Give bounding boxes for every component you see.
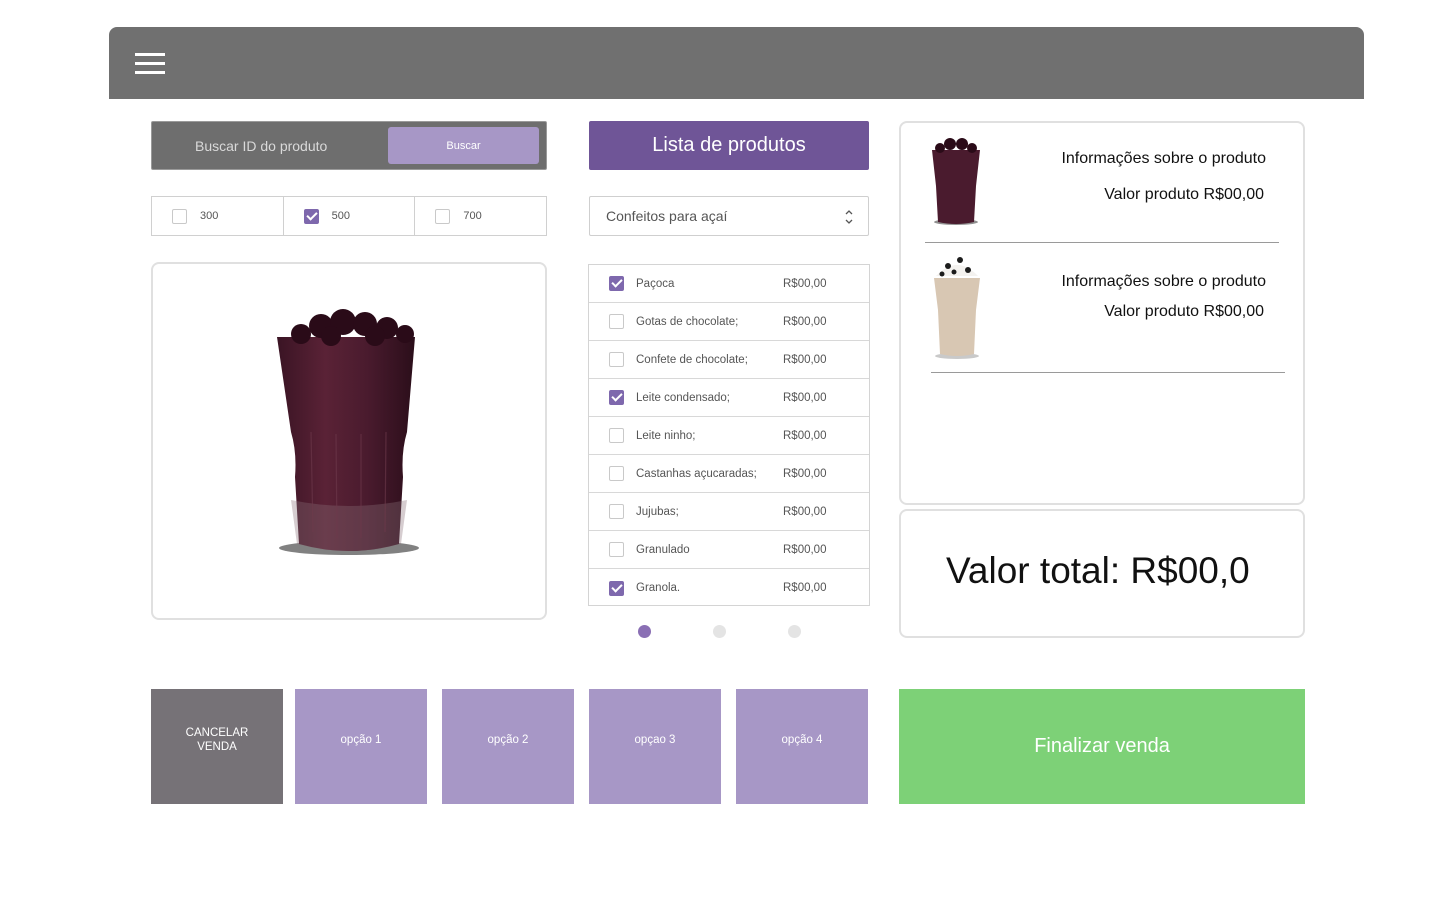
list-item[interactable]: Leite ninho; R$00,00 bbox=[589, 417, 869, 455]
topping-name: Leite condensado; bbox=[636, 391, 730, 404]
size-option-300[interactable]: 300 bbox=[152, 197, 284, 235]
list-item[interactable]: Paçoca R$00,00 bbox=[589, 265, 869, 303]
topping-name: Leite ninho; bbox=[636, 429, 696, 442]
option-1-button[interactable]: opção 1 bbox=[295, 689, 427, 804]
cancel-sale-button[interactable]: CANCELAR VENDA bbox=[151, 689, 283, 804]
topping-name: Confete de chocolate; bbox=[636, 353, 748, 366]
chevron-up-down-icon bbox=[845, 210, 853, 224]
size-selector: 300 500 700 bbox=[151, 196, 547, 236]
divider bbox=[925, 242, 1279, 243]
topping-price: R$00,00 bbox=[783, 391, 827, 404]
list-item[interactable]: Granulado R$00,00 bbox=[589, 531, 869, 569]
hamburger-menu-icon[interactable] bbox=[135, 53, 165, 75]
topping-price: R$00,00 bbox=[783, 353, 827, 366]
topping-price: R$00,00 bbox=[783, 505, 827, 518]
size-label: 300 bbox=[200, 210, 219, 222]
product-list-title: Lista de produtos bbox=[589, 121, 869, 170]
pagination-dot-2[interactable] bbox=[713, 625, 726, 638]
topping-name: Paçoca bbox=[636, 277, 675, 290]
cart-item-value: Valor produto R$00,00 bbox=[1104, 186, 1264, 203]
topping-name: Jujubas; bbox=[636, 505, 679, 518]
topping-price: R$00,00 bbox=[783, 277, 827, 290]
list-item[interactable]: Jujubas; R$00,00 bbox=[589, 493, 869, 531]
finalize-sale-button[interactable]: Finalizar venda bbox=[899, 689, 1305, 804]
size-checkbox[interactable] bbox=[172, 208, 187, 224]
topping-checkbox[interactable] bbox=[609, 314, 624, 329]
topping-name: Castanhas açucaradas; bbox=[636, 467, 757, 480]
cancel-sale-label: CANCELAR VENDA bbox=[185, 726, 249, 753]
topping-checkbox[interactable] bbox=[609, 542, 624, 557]
option-4-button[interactable]: opção 4 bbox=[736, 689, 868, 804]
list-item[interactable]: Confete de chocolate; R$00,00 bbox=[589, 341, 869, 379]
product-image-card bbox=[151, 262, 547, 620]
list-item[interactable]: Gotas de chocolate; R$00,00 bbox=[589, 303, 869, 341]
cart-item-info: Informações sobre o produto bbox=[1061, 273, 1266, 290]
cart-item-info: Informações sobre o produto bbox=[1061, 150, 1266, 167]
list-item[interactable]: Leite condensado; R$00,00 bbox=[589, 379, 869, 417]
category-select[interactable]: Confeitos para açaí bbox=[589, 196, 869, 236]
topping-name: Gotas de chocolate; bbox=[636, 315, 739, 328]
topping-checkbox[interactable] bbox=[609, 580, 624, 596]
acai-cup-thumbnail bbox=[932, 138, 980, 225]
milkshake-cup-thumbnail bbox=[934, 257, 980, 359]
size-option-700[interactable]: 700 bbox=[415, 197, 546, 235]
size-label: 700 bbox=[463, 210, 482, 222]
pagination-dot-3[interactable] bbox=[788, 625, 801, 638]
list-item[interactable]: Granola. R$00,00 bbox=[589, 569, 869, 607]
option-2-button[interactable]: opção 2 bbox=[442, 689, 574, 804]
total-value: Valor total: R$00,0 bbox=[946, 550, 1250, 591]
topping-checkbox[interactable] bbox=[609, 276, 624, 291]
topping-checkbox[interactable] bbox=[609, 352, 624, 367]
size-label: 500 bbox=[331, 210, 351, 222]
pagination-dot-1[interactable] bbox=[638, 625, 651, 638]
topping-checkbox[interactable] bbox=[609, 504, 624, 519]
topping-price: R$00,00 bbox=[783, 315, 827, 328]
size-option-500[interactable]: 500 bbox=[284, 197, 416, 235]
top-bar bbox=[109, 27, 1364, 99]
product-id-search-input[interactable] bbox=[152, 122, 384, 169]
topping-name: Granulado bbox=[636, 543, 690, 556]
list-item[interactable]: Castanhas açucaradas; R$00,00 bbox=[589, 455, 869, 493]
acai-cup-image bbox=[277, 309, 419, 555]
category-select-value: Confeitos para açaí bbox=[606, 208, 728, 224]
divider bbox=[931, 372, 1285, 373]
toppings-list: Paçoca R$00,00 Gotas de chocolate; R$00,… bbox=[588, 264, 870, 606]
topping-checkbox[interactable] bbox=[609, 428, 624, 443]
topping-checkbox[interactable] bbox=[609, 390, 624, 405]
cart-item-value: Valor produto R$00,00 bbox=[1104, 303, 1264, 320]
size-checkbox[interactable] bbox=[303, 208, 319, 224]
topping-price: R$00,00 bbox=[783, 467, 827, 480]
topping-price: R$00,00 bbox=[783, 429, 827, 442]
search-button[interactable]: Buscar bbox=[388, 127, 539, 164]
topping-name: Granola. bbox=[636, 582, 681, 594]
topping-price: R$00,00 bbox=[783, 582, 827, 594]
size-checkbox[interactable] bbox=[435, 208, 451, 224]
option-3-button[interactable]: opçao 3 bbox=[589, 689, 721, 804]
topping-checkbox[interactable] bbox=[609, 466, 624, 481]
topping-price: R$00,00 bbox=[783, 543, 827, 556]
